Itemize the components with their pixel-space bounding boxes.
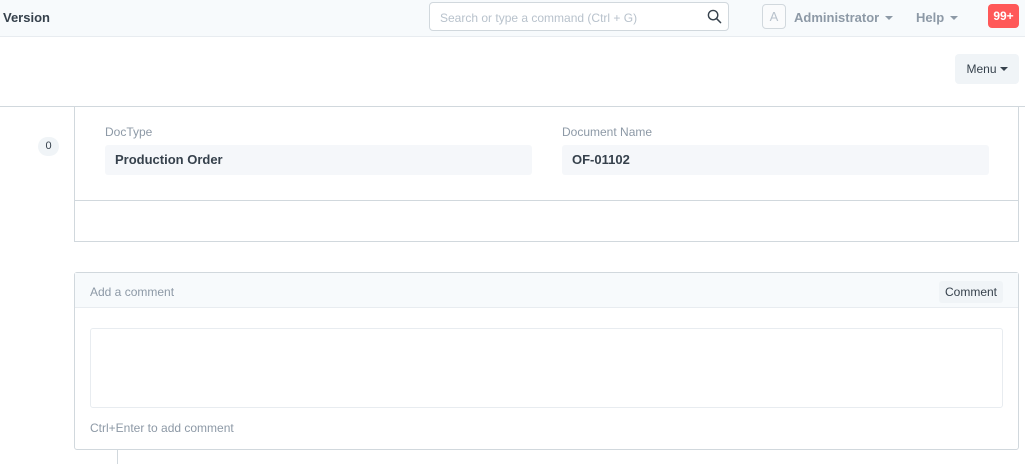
help-menu-dropdown[interactable]: Help xyxy=(916,10,959,25)
search-placeholder: Search or type a command (Ctrl + G) xyxy=(440,11,638,25)
page-brand-title[interactable]: Version xyxy=(3,10,50,25)
doctype-label: DocType xyxy=(105,125,153,139)
search-input[interactable]: Search or type a command (Ctrl + G) xyxy=(429,2,729,31)
user-menu-dropdown[interactable]: Administrator xyxy=(794,10,894,25)
comment-header: Add a comment Comment xyxy=(75,273,1018,308)
menu-button[interactable]: Menu xyxy=(955,54,1019,84)
count-badge[interactable]: 0 xyxy=(38,137,59,156)
navbar: Version Search or type a command (Ctrl +… xyxy=(0,0,1025,37)
comment-section: Add a comment Comment Ctrl+Enter to add … xyxy=(74,272,1019,450)
user-menu-label: Administrator xyxy=(794,10,880,25)
document-name-label: Document Name xyxy=(562,125,653,139)
comment-title: Add a comment xyxy=(90,285,175,299)
document-name-field[interactable]: OF-01102 xyxy=(562,145,989,175)
menu-button-label: Menu xyxy=(966,62,997,76)
doctype-field[interactable]: Production Order xyxy=(105,145,532,175)
page-head: Menu xyxy=(0,37,1025,107)
search-icon[interactable] xyxy=(707,9,722,24)
help-menu-label: Help xyxy=(916,10,945,25)
section-divider xyxy=(75,200,1018,201)
timeline-line xyxy=(117,450,118,464)
comment-input[interactable] xyxy=(90,328,1003,408)
caret-down-icon xyxy=(999,66,1008,71)
form-section: DocType Production Order Document Name O… xyxy=(74,107,1019,242)
caret-down-icon xyxy=(950,15,959,20)
comment-button[interactable]: Comment xyxy=(939,281,1003,303)
notification-badge[interactable]: 99+ xyxy=(988,4,1019,28)
caret-down-icon xyxy=(885,15,894,20)
avatar[interactable]: A xyxy=(762,4,786,29)
comment-hint: Ctrl+Enter to add comment xyxy=(90,421,234,435)
